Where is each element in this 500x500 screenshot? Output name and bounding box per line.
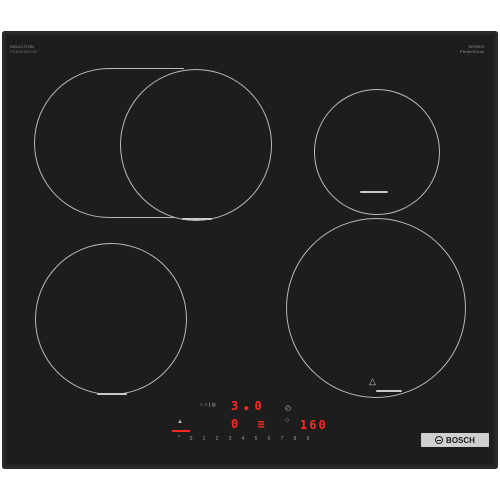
level-mark[interactable]: 2 <box>215 436 219 442</box>
brand-label-top-left: INDUCTION PXE645HC1E <box>10 44 37 54</box>
cooking-zone-front-right[interactable] <box>286 218 466 398</box>
brand-label-top-right: SERIES PerfectCook <box>460 44 484 54</box>
power-level-bar <box>172 430 190 432</box>
lock-icon[interactable]: ▫ <box>178 434 180 440</box>
zone-select-icons[interactable]: ○ ○ | ◎ <box>200 402 216 408</box>
cooking-zone-rear-left[interactable] <box>120 69 272 221</box>
level-mark[interactable]: 4 <box>241 436 245 442</box>
level-mark[interactable]: 6 <box>267 436 271 442</box>
bosch-badge: BOSCH <box>421 433 489 447</box>
perfectcook-label: PerfectCook <box>460 49 485 54</box>
timer-display-upper: 3●0 <box>231 399 268 413</box>
power-indicator-icon: ▲ <box>177 419 183 425</box>
temperature-display: 160 <box>300 418 328 432</box>
level-mark[interactable]: 9 <box>306 436 310 442</box>
brand-text: BOSCH <box>446 435 475 445</box>
level-mark[interactable]: 5 <box>254 436 258 442</box>
timer-icon[interactable]: ◴ <box>285 405 291 412</box>
power-level-slider[interactable]: 0 1 2 3 4 5 6 7 8 9 <box>189 436 310 442</box>
level-mark[interactable]: 0 <box>189 436 193 442</box>
cooking-zone-front-left[interactable] <box>35 243 187 395</box>
level-mark[interactable]: 8 <box>293 436 297 442</box>
zone-marker-front-left <box>97 393 127 395</box>
zone-marker-rear-right <box>360 191 388 193</box>
pan-sensor-icon: △ <box>369 376 376 386</box>
zone-marker-rear-left <box>182 218 212 220</box>
zone-marker-front-right <box>376 390 402 392</box>
level-mark[interactable]: 1 <box>202 436 206 442</box>
level-mark[interactable]: 3 <box>228 436 232 442</box>
timer-display-lower: 0 ≡ <box>231 417 271 431</box>
settings-icon[interactable]: ○ <box>285 417 289 424</box>
cooking-zone-rear-right[interactable] <box>314 89 440 215</box>
model-label: PXE645HC1E <box>10 49 38 54</box>
bosch-logo-icon <box>435 436 444 444</box>
level-mark[interactable]: 7 <box>280 436 284 442</box>
